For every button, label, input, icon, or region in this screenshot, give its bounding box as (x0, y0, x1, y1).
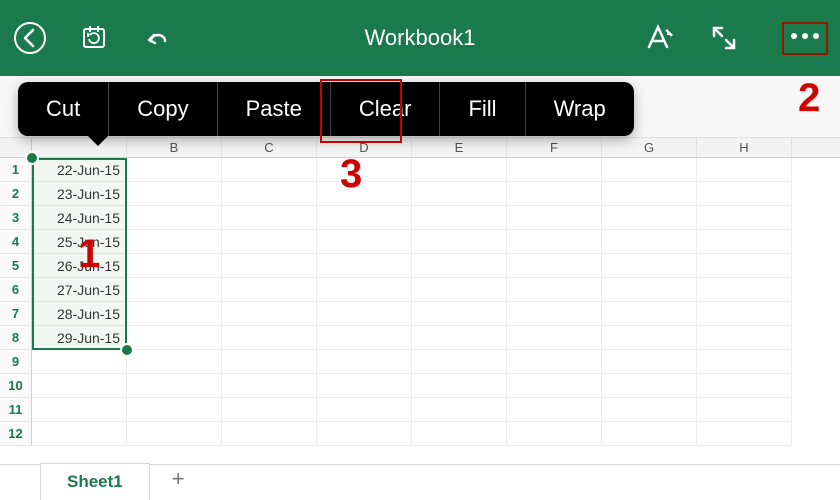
selection-handle-top[interactable] (25, 151, 39, 165)
context-fill[interactable]: Fill (440, 82, 525, 136)
sync-button[interactable] (76, 20, 112, 56)
cell-A1[interactable]: 22-Jun-15 (32, 158, 127, 182)
col-G[interactable]: G (602, 138, 697, 157)
cell-A7[interactable]: 28-Jun-15 (32, 302, 127, 326)
row-4-head[interactable]: 4 (0, 230, 32, 254)
grid-rows: 122-Jun-15 223-Jun-15 324-Jun-15 425-Jun… (0, 158, 840, 446)
row-5-head[interactable]: 5 (0, 254, 32, 278)
title-bar: Workbook1 (0, 0, 840, 76)
col-D[interactable]: D (317, 138, 412, 157)
titlebar-right (642, 20, 828, 56)
expand-button[interactable] (706, 20, 742, 56)
context-wrap[interactable]: Wrap (526, 82, 634, 136)
cell-A5[interactable]: 26-Jun-15 (32, 254, 127, 278)
row-12-head[interactable]: 12 (0, 422, 32, 446)
back-button[interactable] (12, 20, 48, 56)
context-cut[interactable]: Cut (18, 82, 109, 136)
col-F[interactable]: F (507, 138, 602, 157)
col-H[interactable]: H (697, 138, 792, 157)
col-B[interactable]: B (127, 138, 222, 157)
sheet-tab-bar: Sheet1 + (0, 464, 840, 500)
titlebar-left (12, 20, 176, 56)
row-8-head[interactable]: 8 (0, 326, 32, 350)
font-format-button[interactable] (642, 20, 678, 56)
col-A[interactable] (32, 138, 127, 157)
spreadsheet-grid[interactable]: B C D E F G H 122-Jun-15 223-Jun-15 324-… (0, 138, 840, 464)
cell-A6[interactable]: 27-Jun-15 (32, 278, 127, 302)
cell-A8[interactable]: 29-Jun-15 (32, 326, 127, 350)
row-9-head[interactable]: 9 (0, 350, 32, 374)
selection-handle-bottom[interactable] (120, 343, 134, 357)
context-copy[interactable]: Copy (109, 82, 217, 136)
context-paste[interactable]: Paste (218, 82, 331, 136)
more-button[interactable] (782, 22, 828, 55)
row-11-head[interactable]: 11 (0, 398, 32, 422)
cell-A2[interactable]: 23-Jun-15 (32, 182, 127, 206)
column-headers: B C D E F G H (0, 138, 840, 158)
row-3-head[interactable]: 3 (0, 206, 32, 230)
undo-button[interactable] (140, 20, 176, 56)
col-C[interactable]: C (222, 138, 317, 157)
row-7-head[interactable]: 7 (0, 302, 32, 326)
cell-A4[interactable]: 25-Jun-15 (32, 230, 127, 254)
sheet-tab-1[interactable]: Sheet1 (40, 463, 150, 500)
context-clear[interactable]: Clear (331, 82, 441, 136)
row-10-head[interactable]: 10 (0, 374, 32, 398)
col-E[interactable]: E (412, 138, 507, 157)
add-sheet-button[interactable]: + (150, 458, 207, 500)
row-2-head[interactable]: 2 (0, 182, 32, 206)
cell-A3[interactable]: 24-Jun-15 (32, 206, 127, 230)
context-menu: Cut Copy Paste Clear Fill Wrap (18, 82, 634, 136)
row-6-head[interactable]: 6 (0, 278, 32, 302)
